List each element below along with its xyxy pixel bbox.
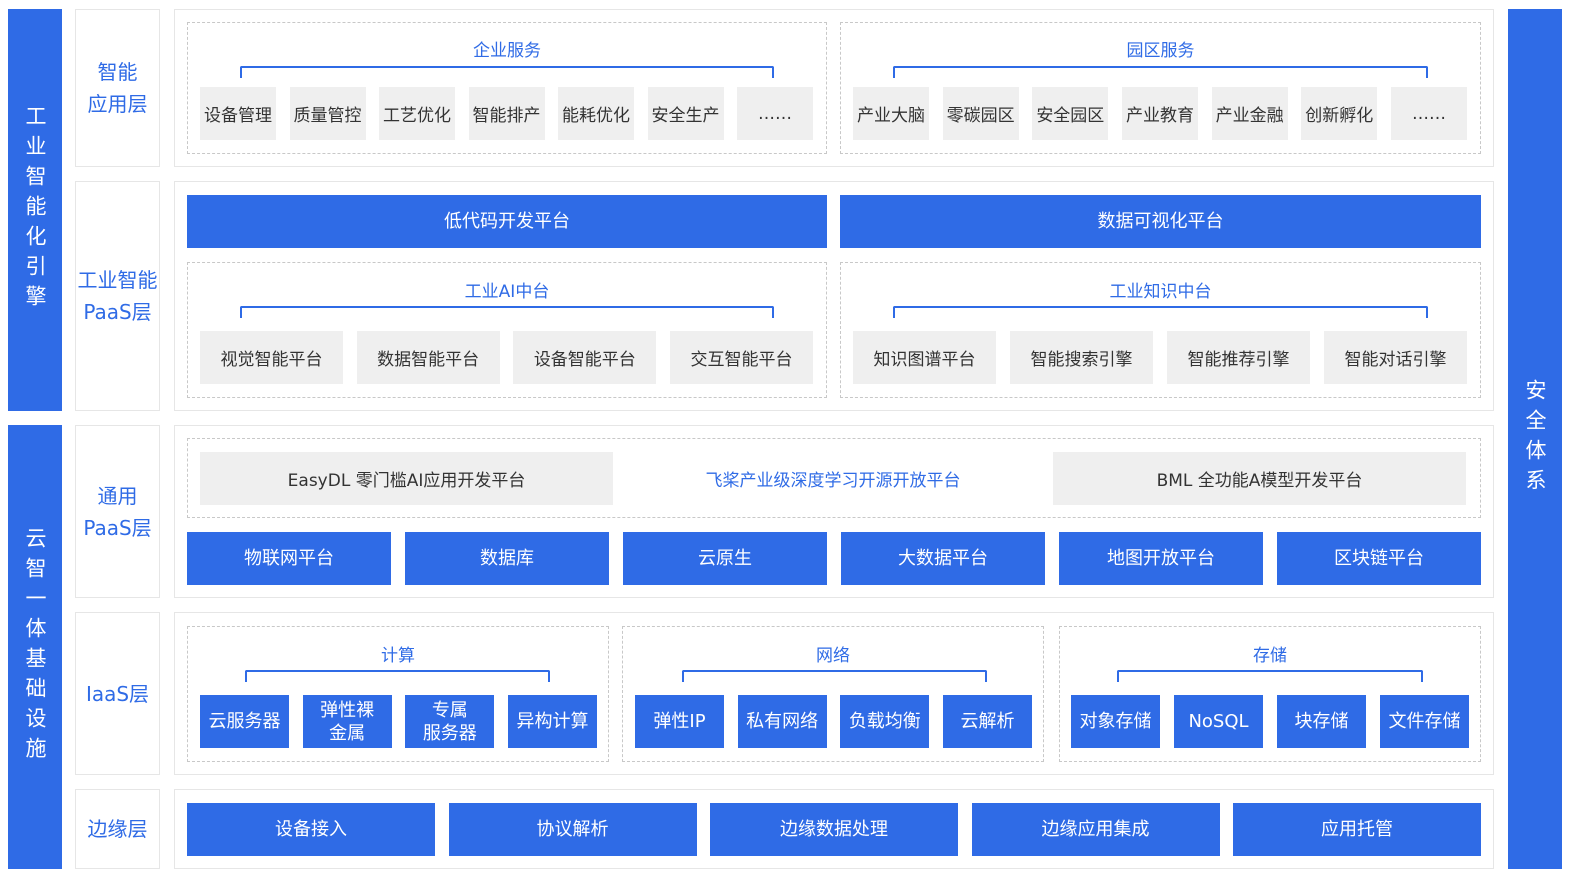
network-item[interactable]: 负载均衡 xyxy=(840,695,930,748)
industrial-engine-label: 工业智能化引擎 xyxy=(23,105,47,315)
general-paas-item[interactable]: 物联网平台 xyxy=(187,532,391,585)
industrial-knowledge-bracket xyxy=(893,306,1428,318)
ai-platform-item[interactable]: 数据智能平台 xyxy=(356,331,500,384)
knowledge-platform-item[interactable]: 智能对话引擎 xyxy=(1324,331,1467,384)
paddle-platform-link[interactable]: 飞桨产业级深度学习开源开放平台 xyxy=(613,452,1053,505)
network-items: 弹性IP 私有网络 负载均衡 云解析 xyxy=(635,695,1032,748)
cloud-infra-bar: 云智一体基础设施 xyxy=(8,425,62,869)
park-item[interactable]: 产业大脑 xyxy=(853,87,929,140)
storage-item[interactable]: 文件存储 xyxy=(1380,695,1469,748)
general-paas-item[interactable]: 区块链平台 xyxy=(1277,532,1481,585)
edge-item[interactable]: 应用托管 xyxy=(1233,803,1481,856)
layer-label-app: 智能 应用层 xyxy=(75,9,160,167)
enterprise-item[interactable]: 工艺优化 xyxy=(379,87,455,140)
general-paas-item[interactable]: 云原生 xyxy=(623,532,827,585)
compute-item[interactable]: 云服务器 xyxy=(200,695,289,748)
knowledge-platform-item[interactable]: 知识图谱平台 xyxy=(853,331,996,384)
park-service-bracket xyxy=(893,66,1428,78)
general-paas-items: 物联网平台 数据库 云原生 大数据平台 地图开放平台 区块链平台 xyxy=(187,532,1481,585)
knowledge-platform-item[interactable]: 智能搜索引擎 xyxy=(1010,331,1153,384)
edge-item[interactable]: 协议解析 xyxy=(448,803,697,856)
enterprise-item[interactable]: 质量管控 xyxy=(289,87,366,140)
storage-bracket xyxy=(1117,670,1423,682)
compute-item[interactable]: 异构计算 xyxy=(507,695,597,748)
industrial-knowledge-items: 知识图谱平台 智能搜索引擎 智能推荐引擎 智能对话引擎 xyxy=(853,331,1467,384)
park-service-items: 产业大脑 零碳园区 安全园区 产业教育 产业金融 创新孵化 …… xyxy=(853,87,1467,140)
lowcode-platform-button[interactable]: 低代码开发平台 xyxy=(187,195,827,248)
cloud-infra-label: 云智一体基础设施 xyxy=(23,527,47,767)
compute-item[interactable]: 弹性裸 金属 xyxy=(302,695,392,748)
storage-item[interactable]: 对象存储 xyxy=(1071,695,1160,748)
compute-item[interactable]: 专属 服务器 xyxy=(405,695,495,748)
industrial-ai-items: 视觉智能平台 数据智能平台 设备智能平台 交互智能平台 xyxy=(200,331,813,384)
layer-label-industrial-paas: 工业智能 PaaS层 xyxy=(75,181,160,411)
compute-bracket xyxy=(245,670,550,682)
bml-platform[interactable]: BML 全功能A模型开发平台 xyxy=(1053,452,1466,505)
layer-label-edge: 边缘层 xyxy=(75,789,160,869)
dataviz-platform-button[interactable]: 数据可视化平台 xyxy=(840,195,1481,248)
enterprise-service-items: 设备管理 质量管控 工艺优化 智能排产 能耗优化 安全生产 …… xyxy=(200,87,813,140)
network-item[interactable]: 云解析 xyxy=(942,695,1032,748)
park-item[interactable]: 产业金融 xyxy=(1211,87,1288,140)
park-item[interactable]: 安全园区 xyxy=(1032,87,1109,140)
storage-item[interactable]: 块存储 xyxy=(1277,695,1366,748)
industrial-ai-bracket xyxy=(240,306,774,318)
layer-label-iaas: IaaS层 xyxy=(75,612,160,775)
enterprise-service-title: 企业服务 xyxy=(473,41,541,61)
ai-platform-item[interactable]: 视觉智能平台 xyxy=(200,331,343,384)
storage-items: 对象存储 NoSQL 块存储 文件存储 xyxy=(1071,695,1469,748)
ai-platform-item[interactable]: 设备智能平台 xyxy=(513,331,657,384)
knowledge-platform-item[interactable]: 智能推荐引擎 xyxy=(1167,331,1310,384)
edge-item[interactable]: 边缘数据处理 xyxy=(710,803,958,856)
industrial-ai-title: 工业AI中台 xyxy=(464,282,550,302)
storage-item[interactable]: NoSQL xyxy=(1174,695,1263,748)
compute-title: 计算 xyxy=(381,646,415,666)
industrial-knowledge-title: 工业知识中台 xyxy=(1109,282,1212,302)
network-title: 网络 xyxy=(816,646,850,666)
ai-platform-item[interactable]: 交互智能平台 xyxy=(669,331,813,384)
edge-item[interactable]: 设备接入 xyxy=(187,803,435,856)
compute-items: 云服务器 弹性裸 金属 专属 服务器 异构计算 xyxy=(200,695,597,748)
enterprise-item[interactable]: 能耗优化 xyxy=(558,87,634,140)
enterprise-service-bracket xyxy=(240,66,774,78)
security-system-bar: 安全体系 xyxy=(1508,9,1562,869)
industrial-engine-bar: 工业智能化引擎 xyxy=(8,9,62,411)
general-paas-item[interactable]: 地图开放平台 xyxy=(1059,532,1263,585)
general-paas-item[interactable]: 大数据平台 xyxy=(841,532,1045,585)
network-item[interactable]: 私有网络 xyxy=(737,695,827,748)
edge-item[interactable]: 边缘应用集成 xyxy=(971,803,1220,856)
park-item-more[interactable]: …… xyxy=(1390,87,1467,140)
general-paas-item[interactable]: 数据库 xyxy=(405,532,609,585)
park-service-title: 园区服务 xyxy=(1126,41,1195,61)
security-system-label: 安全体系 xyxy=(1523,379,1547,499)
enterprise-item[interactable]: 设备管理 xyxy=(200,87,276,140)
enterprise-item[interactable]: 智能排产 xyxy=(468,87,545,140)
network-item[interactable]: 弹性IP xyxy=(635,695,724,748)
park-item[interactable]: 零碳园区 xyxy=(942,87,1019,140)
edge-items: 设备接入 协议解析 边缘数据处理 边缘应用集成 应用托管 xyxy=(187,803,1481,856)
easydl-platform[interactable]: EasyDL 零门槛AI应用开发平台 xyxy=(200,452,613,505)
storage-title: 存储 xyxy=(1253,646,1287,666)
layer-label-general-paas: 通用 PaaS层 xyxy=(75,425,160,598)
network-bracket xyxy=(682,670,987,682)
park-item[interactable]: 创新孵化 xyxy=(1301,87,1378,140)
park-item[interactable]: 产业教育 xyxy=(1121,87,1198,140)
enterprise-item[interactable]: 安全生产 xyxy=(647,87,724,140)
enterprise-item-more[interactable]: …… xyxy=(737,87,813,140)
